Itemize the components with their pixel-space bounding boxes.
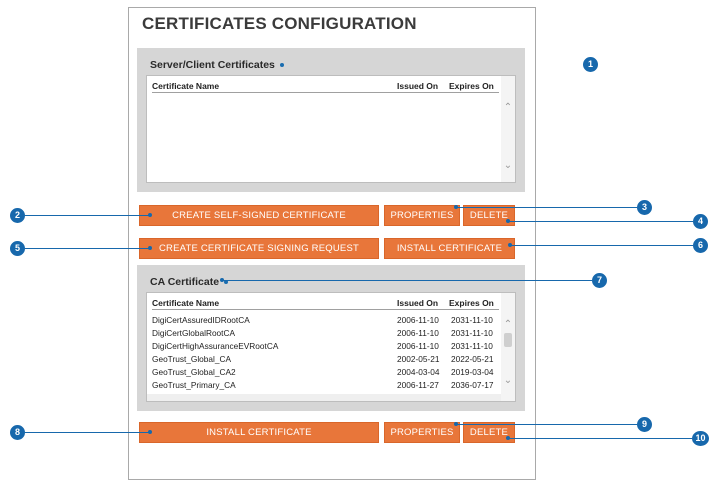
- col-header-expires: Expires On: [449, 298, 494, 308]
- create-csr-button[interactable]: CREATE CERTIFICATE SIGNING REQUEST: [139, 238, 379, 259]
- page-title: CERTIFICATES CONFIGURATION: [142, 14, 417, 33]
- callout-8: 8: [10, 425, 25, 440]
- header-divider: [152, 92, 499, 93]
- callout-3: 3: [637, 200, 652, 215]
- cell-expires: 2031-11-10: [451, 341, 493, 351]
- leader-point: [148, 213, 152, 217]
- cell-issued: 2006-11-27: [397, 380, 439, 390]
- ca-title: CA Certificate: [150, 276, 229, 288]
- leader-point: [220, 278, 224, 282]
- leader-point: [454, 422, 458, 426]
- ca-scrollbar[interactable]: ⌃ ⌄: [501, 293, 515, 401]
- leader-line: [222, 280, 592, 281]
- cell-name: GeoTrust_Primary_CA: [152, 380, 236, 390]
- scroll-up-icon[interactable]: ⌃: [501, 102, 515, 113]
- cell-expires: 2019-03-04: [451, 367, 494, 377]
- cell-name: DigiCertHighAssuranceEVRootCA: [152, 341, 279, 351]
- cell-expires: 2036-07-17: [451, 380, 494, 390]
- cell-issued: 2006-11-10: [397, 328, 439, 338]
- leader-point: [506, 219, 510, 223]
- properties-button[interactable]: PROPERTIES: [384, 205, 460, 226]
- callout-10: 10: [692, 431, 709, 446]
- scroll-up-icon[interactable]: ⌃: [501, 319, 515, 330]
- leader-point: [454, 205, 458, 209]
- leader-line: [25, 432, 150, 433]
- cell-issued: 2004-03-04: [397, 367, 440, 377]
- cell-expires: 2031-11-10: [451, 328, 493, 338]
- leader-point: [148, 246, 152, 250]
- leader-line: [510, 245, 693, 246]
- cell-issued: 2006-11-10: [397, 341, 439, 351]
- table-row[interactable]: GeoTrust_Primary_CA 2006-11-27 2036-07-1…: [147, 379, 501, 391]
- cell-issued: 2006-11-10: [397, 315, 439, 325]
- table-row[interactable]: DigiCertGlobalRootCA 2006-11-10 2031-11-…: [147, 327, 501, 339]
- cell-expires: 2022-05-21: [451, 354, 494, 364]
- callout-4: 4: [693, 214, 708, 229]
- leader-point: [506, 436, 510, 440]
- create-self-signed-button[interactable]: CREATE SELF-SIGNED CERTIFICATE: [139, 205, 379, 226]
- cell-name: DigiCertGlobalRootCA: [152, 328, 236, 338]
- table-row[interactable]: DigiCertAssuredIDRootCA 2006-11-10 2031-…: [147, 314, 501, 326]
- install-certificate-button[interactable]: INSTALL CERTIFICATE: [384, 238, 515, 259]
- col-header-issued: Issued On: [397, 298, 439, 308]
- cell-expires: 2031-11-10: [451, 315, 493, 325]
- scroll-down-icon[interactable]: ⌄: [501, 375, 515, 386]
- callout-9: 9: [637, 417, 652, 432]
- leader-line: [508, 221, 693, 222]
- cell-issued: 2002-05-21: [397, 354, 440, 364]
- leader-point: [148, 430, 152, 434]
- scroll-thumb[interactable]: [504, 333, 512, 347]
- header-divider: [152, 309, 499, 310]
- callout-7: 7: [592, 273, 607, 288]
- col-header-issued: Issued On: [397, 81, 439, 91]
- server-client-title: Server/Client Certificates: [150, 59, 284, 71]
- table-row[interactable]: GeoTrust_Global_CA 2002-05-21 2022-05-21: [147, 353, 501, 365]
- callout-6: 6: [693, 238, 708, 253]
- cell-name: DigiCertAssuredIDRootCA: [152, 315, 250, 325]
- scroll-down-icon[interactable]: ⌄: [501, 160, 515, 171]
- ca-install-certificate-button[interactable]: INSTALL CERTIFICATE: [139, 422, 379, 443]
- server-client-scrollbar[interactable]: ⌃ ⌄: [501, 76, 515, 182]
- leader-line: [25, 215, 150, 216]
- leader-line: [25, 248, 150, 249]
- callout-2: 2: [10, 208, 25, 223]
- leader-line: [456, 424, 637, 425]
- table-row[interactable]: GeoTrust_Global_CA2 2004-03-04 2019-03-0…: [147, 366, 501, 378]
- table-row[interactable]: DigiCertHighAssuranceEVRootCA 2006-11-10…: [147, 340, 501, 352]
- table-row-partial[interactable]: [147, 394, 501, 401]
- col-header-expires: Expires On: [449, 81, 494, 91]
- ca-properties-button[interactable]: PROPERTIES: [384, 422, 460, 443]
- ca-list[interactable]: Certificate Name Issued On Expires On Di…: [146, 292, 516, 402]
- leader-line: [508, 438, 692, 439]
- cell-name: GeoTrust_Global_CA2: [152, 367, 236, 377]
- callout-5: 5: [10, 241, 25, 256]
- col-header-name: Certificate Name: [152, 298, 220, 308]
- cell-name: GeoTrust_Global_CA: [152, 354, 232, 364]
- info-dot-icon: [279, 63, 284, 68]
- leader-point: [508, 243, 512, 247]
- col-header-name: Certificate Name: [152, 81, 220, 91]
- callout-1: 1: [583, 57, 598, 72]
- leader-line: [456, 207, 637, 208]
- server-client-list[interactable]: Certificate Name Issued On Expires On ⌃ …: [146, 75, 516, 183]
